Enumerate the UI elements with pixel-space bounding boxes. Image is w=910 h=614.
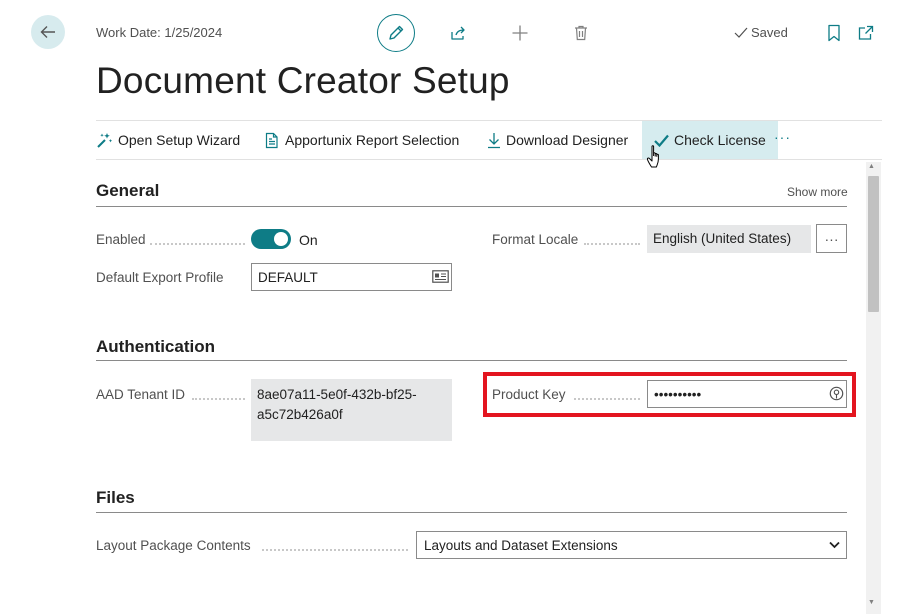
scrollbar-thumb[interactable] [868,176,879,312]
page-title: Document Creator Setup [96,60,510,101]
aad-tenant-id-label: AAD Tenant ID [96,387,186,402]
report-selection-label: Apportunix Report Selection [285,132,460,148]
chevron-down-icon [829,541,840,549]
format-locale-field[interactable]: English (United States) [647,225,811,253]
layout-package-contents-value: Layouts and Dataset Extensions [424,537,618,553]
new-button[interactable] [508,21,532,45]
report-selection-action[interactable]: Apportunix Report Selection [264,121,459,159]
general-section-divider [96,206,847,207]
authentication-section-divider [96,360,847,361]
edit-button[interactable] [377,14,415,52]
work-date: Work Date: 1/25/2024 [96,25,223,40]
authentication-section-title[interactable]: Authentication [96,337,215,357]
arrow-left-icon [40,26,55,38]
enabled-toggle[interactable] [251,229,291,249]
action-bar: Open Setup Wizard Apportunix Report Sele… [96,120,882,160]
files-section-title[interactable]: Files [96,488,135,508]
back-button[interactable] [31,15,65,49]
saved-status: Saved [734,25,788,40]
default-export-profile-value: DEFAULT [258,269,318,285]
files-section-divider [96,512,847,513]
check-license-label: Check License [674,132,766,148]
layout-package-contents-label: Layout Package Contents [96,538,251,553]
delete-button[interactable] [569,21,593,45]
open-new-window-button[interactable] [854,21,878,45]
download-designer-action[interactable]: Download Designer [487,121,628,159]
card-lookup-icon[interactable] [432,270,449,283]
hand-cursor-icon [646,145,659,168]
plus-icon [512,25,528,41]
download-designer-label: Download Designer [506,132,629,148]
saved-text: Saved [751,25,788,40]
field-leader-dots [262,549,408,551]
scroll-up-arrow[interactable]: ▲ [868,163,875,170]
checkmark-icon [734,27,748,38]
format-locale-label: Format Locale [492,232,579,247]
field-leader-dots [150,243,245,245]
format-locale-lookup-button[interactable]: ··· [816,224,847,253]
enabled-value: On [299,232,318,248]
general-section-title[interactable]: General [96,181,159,201]
default-export-profile-input[interactable]: DEFAULT [251,263,452,291]
scroll-down-arrow[interactable]: ▼ [868,599,875,606]
share-icon [451,26,465,40]
aad-tenant-id-field[interactable]: 8ae07a11-5e0f-432b-bf25- a5c72b426a0f [251,379,452,441]
pencil-icon [389,25,404,40]
aad-tenant-id-value-line1: 8ae07a11-5e0f-432b-bf25- [257,387,417,402]
layout-package-contents-select[interactable]: Layouts and Dataset Extensions [416,531,847,559]
wizard-icon [97,132,113,148]
open-new-window-icon [858,25,874,40]
product-key-highlight [483,372,856,417]
report-icon [265,132,278,148]
show-more-link[interactable]: Show more [787,185,848,199]
default-export-profile-label: Default Export Profile [96,270,224,285]
trash-icon [575,25,587,41]
bookmark-button[interactable] [822,21,846,45]
field-leader-dots [584,243,640,245]
open-setup-wizard-action[interactable]: Open Setup Wizard [96,121,240,159]
field-leader-dots [192,398,245,400]
aad-tenant-id-value-line2: a5c72b426a0f [257,407,343,422]
download-icon [488,132,500,148]
bookmark-icon [828,24,840,42]
share-button[interactable] [446,21,470,45]
enabled-label: Enabled [96,232,146,247]
more-actions-button[interactable]: ··· [774,129,791,145]
open-setup-wizard-label: Open Setup Wizard [118,132,241,148]
